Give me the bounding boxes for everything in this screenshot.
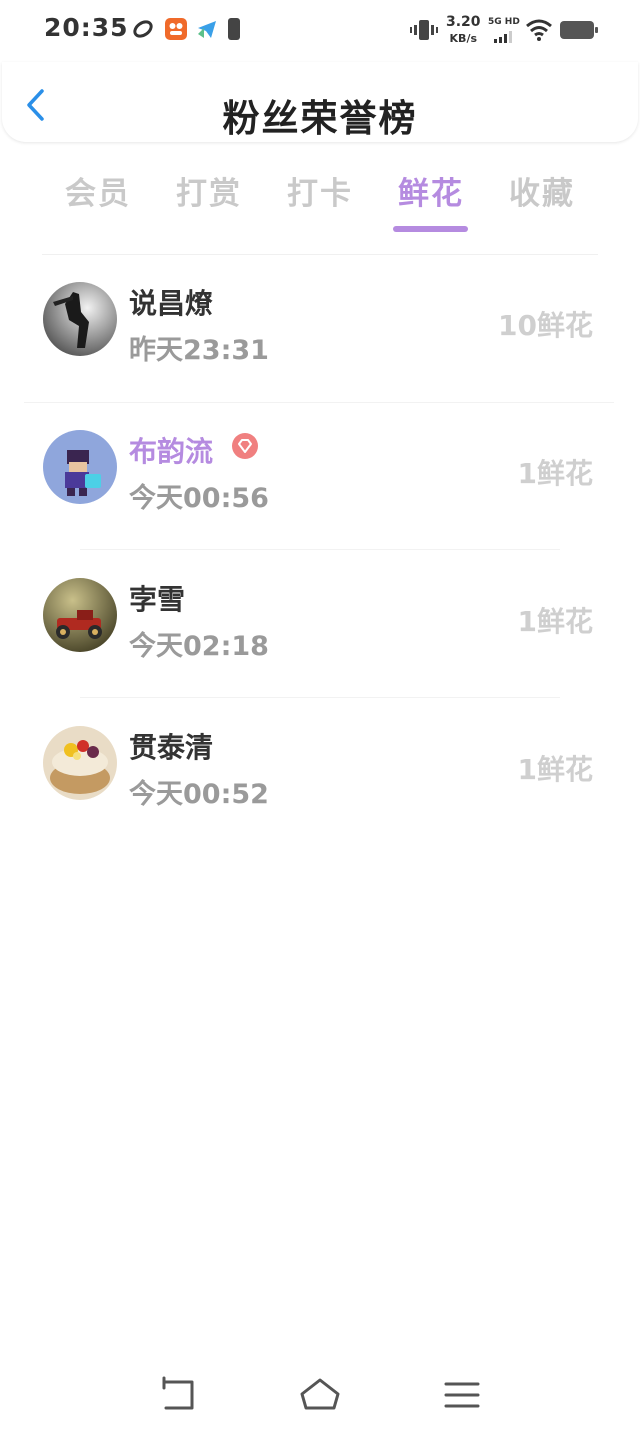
gift-time: 昨天23:31	[129, 335, 269, 366]
user-name: 孛雪	[129, 583, 186, 616]
tab-members[interactable]: 会员	[42, 168, 154, 213]
flower-count: 10鲜花	[498, 309, 593, 342]
menu-icon	[444, 1382, 480, 1408]
tabs-divider	[42, 254, 598, 255]
list-item[interactable]: 说昌燎 昨天23:31 10鲜花	[0, 256, 640, 404]
flower-count: 1鲜花	[517, 605, 593, 638]
back-nav-button[interactable]	[156, 1374, 200, 1414]
tab-rewards[interactable]: 打赏	[153, 168, 265, 213]
avatar	[43, 726, 117, 800]
tab-bar: 会员 打赏 打卡 鲜花 收藏	[42, 168, 598, 232]
active-tab-indicator	[393, 226, 468, 232]
flower-count: 1鲜花	[517, 753, 593, 786]
user-name: 说昌燎	[129, 287, 214, 320]
list-item[interactable]: 贯泰清 今天00:52 1鲜花	[0, 700, 640, 848]
notification-app-icon-1	[132, 18, 154, 40]
home-nav-button[interactable]	[298, 1374, 342, 1414]
tab-flowers[interactable]: 鲜花	[375, 168, 487, 213]
network-type: 5G HD	[488, 17, 520, 27]
status-time: 20:35	[44, 13, 129, 42]
notification-app-icon-3	[196, 18, 218, 40]
net-speed: 3.20 KB/s	[446, 15, 481, 46]
gift-time: 今天00:56	[129, 483, 269, 514]
page-title: 粉丝荣誉榜	[222, 97, 418, 140]
row-divider	[80, 549, 560, 550]
avatar	[43, 578, 117, 652]
vip-badge-icon	[232, 433, 258, 459]
battery-icon	[560, 21, 598, 43]
row-divider	[80, 697, 560, 698]
tab-checkin[interactable]: 打卡	[264, 168, 376, 213]
vibrate-icon	[410, 18, 438, 46]
user-name: 贯泰清	[129, 731, 214, 764]
back-nav-icon	[162, 1376, 194, 1410]
list-item[interactable]: 布韵流 今天00:56 1鲜花	[0, 404, 640, 552]
wifi-icon	[525, 18, 553, 46]
gift-time: 今天02:18	[129, 631, 269, 662]
net-speed-value: 3.20	[446, 14, 481, 30]
signal-icon	[494, 28, 516, 47]
list-item[interactable]: 孛雪 今天02:18 1鲜花	[0, 552, 640, 700]
flower-count: 1鲜花	[517, 457, 593, 490]
user-name: 布韵流	[129, 435, 214, 468]
status-bar: 20:35 3.20 KB/s 5G HD	[0, 0, 640, 60]
home-icon	[300, 1378, 340, 1410]
net-speed-unit: KB/s	[449, 32, 478, 45]
notification-app-icon-4	[228, 18, 240, 40]
app-header: 粉丝荣誉榜	[2, 62, 638, 142]
gift-time: 今天00:52	[129, 779, 269, 810]
system-nav-bar	[0, 1360, 640, 1433]
tab-favorites[interactable]: 收藏	[486, 168, 598, 213]
notification-app-icon-2	[165, 18, 187, 40]
row-divider	[24, 402, 614, 403]
menu-nav-button[interactable]	[440, 1374, 484, 1414]
avatar	[43, 282, 117, 356]
avatar	[43, 430, 117, 504]
